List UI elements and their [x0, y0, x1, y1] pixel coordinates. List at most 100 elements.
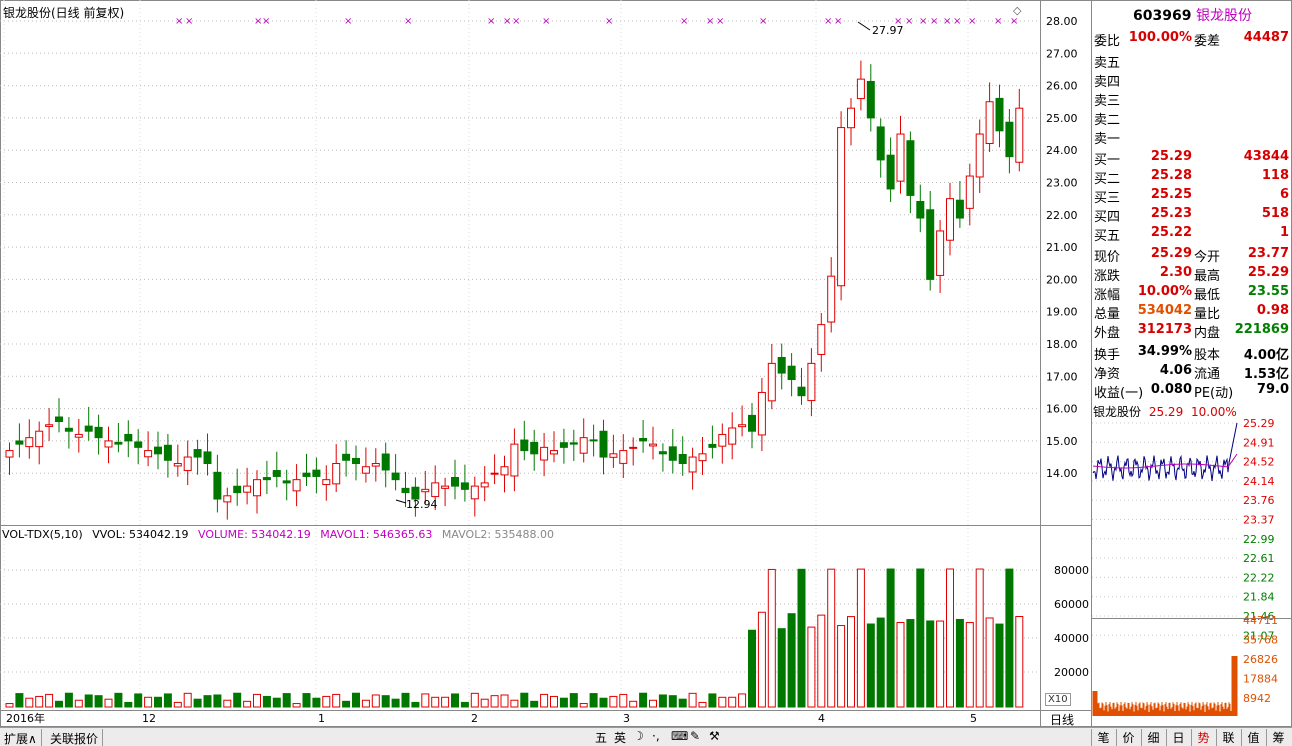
volume-bar [678, 698, 687, 708]
candle-body [530, 441, 539, 455]
candle-body [599, 430, 608, 458]
volume-bar [609, 695, 618, 708]
ime-item-2[interactable]: ☽ [631, 729, 646, 746]
ime-item-1[interactable]: 英 [612, 729, 628, 746]
volume-bar [797, 568, 806, 708]
tab-4[interactable]: 势 [1191, 729, 1215, 746]
candle-body [302, 472, 311, 477]
tab-7[interactable]: 筹 [1266, 729, 1290, 746]
low-label: 12.94 [406, 498, 438, 511]
tab-1[interactable]: 价 [1116, 729, 1140, 746]
volume-bar [332, 693, 341, 708]
candle-body [104, 440, 113, 448]
price-tick: 28.00 [1046, 15, 1078, 28]
candle-body [579, 437, 588, 454]
sell-level-1: 卖一 [1093, 127, 1292, 147]
quote-row-0-value1: 25.29 [1150, 246, 1192, 261]
quote-row-4-label1: 外盘 [1094, 326, 1121, 341]
volume-bar [629, 700, 638, 708]
candle-body [955, 199, 964, 219]
candle-body [886, 154, 895, 190]
volume-bar [292, 703, 301, 708]
candle-body [569, 442, 578, 445]
candle-body [25, 437, 34, 448]
ime-item-5[interactable]: ✎ [688, 729, 702, 746]
volume-bar [352, 692, 360, 708]
candle-body [678, 454, 687, 465]
candle-body [490, 472, 499, 475]
volume-bar [738, 693, 747, 708]
vol-tick: 40000 [1054, 632, 1089, 645]
mini-vol-tick: 44711 [1243, 614, 1278, 627]
vol-unit-badge: X10 [1045, 693, 1071, 706]
volume-bar [619, 693, 628, 708]
candle-body [876, 126, 885, 161]
fund-row-1: 净资 4.06 流通 1.53亿 [1093, 362, 1292, 382]
volume-bar [302, 693, 311, 708]
signal-marker: × [994, 16, 1002, 27]
tab-2[interactable]: 细 [1141, 729, 1165, 746]
mini-price-tick: 21.84 [1243, 591, 1275, 604]
volume-bar [649, 699, 657, 708]
mini-vol-tick: 35768 [1243, 634, 1278, 647]
fund-row-1-value1: 4.06 [1159, 363, 1192, 378]
candle-body [401, 487, 410, 494]
quote-row-1-label2: 最高 [1194, 269, 1221, 284]
buy-level-4-value1: 25.23 [1150, 206, 1192, 221]
volume-bar [104, 698, 113, 708]
volume-bar [5, 703, 14, 708]
volume-bar [64, 692, 73, 708]
volume-bar [946, 568, 954, 708]
candle-body [946, 198, 954, 241]
quote-row-2-value2: 23.55 [1247, 284, 1289, 299]
volume-bar [262, 695, 271, 708]
ime-item-3[interactable]: ·, [650, 729, 662, 746]
price-tick: 14.00 [1046, 467, 1078, 480]
volume-bar [698, 701, 707, 708]
volume-bar [975, 568, 984, 708]
volume-bar [272, 697, 281, 708]
tab-6[interactable]: 值 [1241, 729, 1265, 746]
vol-tick: 60000 [1054, 598, 1089, 611]
stock-code: 603969 [1133, 8, 1192, 24]
tab-3[interactable]: 日 [1166, 729, 1190, 746]
sell-level-3-label1: 卖三 [1094, 94, 1121, 109]
volume-bar [45, 693, 54, 708]
quote-row-4: 外盘 312173 内盘 221869 [1093, 321, 1292, 341]
price-tick: 19.00 [1046, 306, 1078, 319]
candle-body [421, 488, 430, 493]
signal-marker: × [834, 16, 842, 27]
stock-header: 603969 银龙股份 [1093, 5, 1292, 27]
mini-price-tick: 23.76 [1243, 494, 1275, 507]
weibi-label: 委比 [1094, 34, 1121, 49]
ime-item-0[interactable]: 五 [593, 729, 609, 746]
volume-bar [381, 695, 390, 708]
volume-bar [540, 693, 549, 708]
tab-5[interactable]: 联 [1216, 729, 1240, 746]
expand-button[interactable]: 扩展∧ [0, 729, 42, 746]
candle-body [183, 456, 192, 472]
volume-bar [451, 693, 459, 708]
fund-row-1-label2: 流通 [1194, 367, 1221, 382]
quote-row-3-label2: 量比 [1194, 307, 1221, 322]
candle-body [262, 477, 271, 481]
volume-bar [421, 693, 430, 708]
period-label[interactable]: 日线 [1050, 711, 1074, 728]
quote-row-0-value2: 23.77 [1247, 246, 1289, 261]
volume-bar [847, 616, 855, 708]
ime-item-6[interactable]: ⚒ [707, 729, 722, 746]
sell-level-2-label1: 卖二 [1094, 113, 1121, 128]
signal-marker: × [503, 16, 511, 27]
volume-bar [213, 694, 222, 708]
related-quotes-button[interactable]: 关联报价 [46, 729, 104, 746]
buy-level-4: 买四 25.23 518 [1093, 205, 1292, 225]
vol-tick: 80000 [1054, 564, 1089, 577]
volume-bar [173, 701, 182, 708]
candle-body [15, 440, 24, 445]
candle-body [391, 472, 400, 481]
quote-row-2-label2: 最低 [1194, 288, 1221, 303]
tab-0[interactable]: 笔 [1091, 729, 1115, 746]
price-tick: 23.00 [1046, 177, 1078, 190]
volume-bar [757, 611, 766, 708]
buy-level-5-value1: 25.22 [1150, 225, 1192, 240]
